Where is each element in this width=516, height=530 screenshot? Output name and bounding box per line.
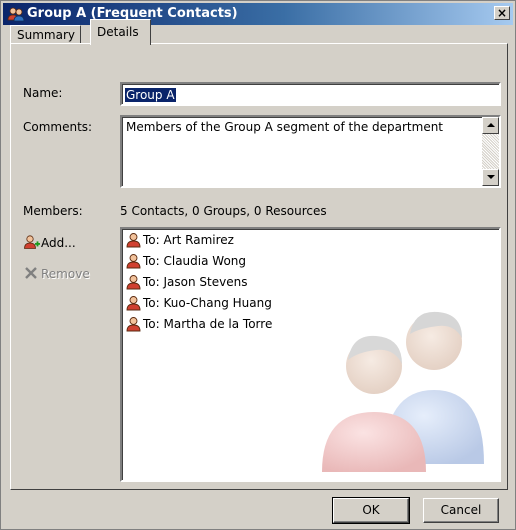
close-button[interactable]: × bbox=[494, 6, 510, 20]
details-panel: Name: Group A Comments: Members of the G… bbox=[10, 43, 508, 490]
person-icon bbox=[126, 296, 141, 311]
members-label: Members: bbox=[23, 204, 83, 218]
cancel-button[interactable]: Cancel bbox=[423, 498, 499, 523]
comments-scrollbar[interactable] bbox=[482, 117, 499, 186]
members-list[interactable]: To: Art Ramirez To: Claudia Wong To: Jas… bbox=[120, 227, 501, 482]
ok-button[interactable]: OK bbox=[332, 497, 410, 524]
scroll-up-button[interactable] bbox=[482, 117, 499, 134]
dialog-window: Group A (Frequent Contacts) × Summary De… bbox=[0, 0, 516, 530]
member-name: To: Jason Stevens bbox=[143, 275, 248, 289]
tab-details[interactable]: Details bbox=[90, 19, 151, 45]
members-summary: 5 Contacts, 0 Groups, 0 Resources bbox=[120, 204, 327, 218]
comments-value: Members of the Group A segment of the de… bbox=[126, 120, 444, 134]
member-name: To: Martha de la Torre bbox=[143, 317, 273, 331]
member-name: To: Kuo-Chang Huang bbox=[143, 296, 272, 310]
person-icon bbox=[126, 317, 141, 332]
person-icon bbox=[126, 275, 141, 290]
member-name: To: Claudia Wong bbox=[143, 254, 247, 268]
person-icon bbox=[126, 254, 141, 269]
name-label: Name: bbox=[23, 86, 63, 100]
add-button-label: Add... bbox=[41, 236, 76, 250]
person-icon bbox=[126, 233, 141, 248]
comments-field[interactable]: Members of the Group A segment of the de… bbox=[120, 115, 501, 188]
chevron-down-icon bbox=[487, 175, 495, 179]
name-value: Group A bbox=[125, 88, 176, 102]
chevron-up-icon bbox=[487, 123, 495, 127]
tab-summary[interactable]: Summary bbox=[10, 25, 81, 44]
remove-x-icon bbox=[25, 267, 37, 279]
group-icon bbox=[7, 7, 25, 22]
name-field[interactable]: Group A bbox=[120, 82, 501, 106]
comments-label: Comments: bbox=[23, 120, 93, 134]
group-watermark-icon bbox=[322, 311, 484, 472]
title-bar[interactable]: Group A (Frequent Contacts) × bbox=[3, 3, 513, 25]
member-name: To: Art Ramirez bbox=[143, 233, 234, 247]
remove-button-label: Remove bbox=[41, 267, 90, 281]
scroll-down-button[interactable] bbox=[482, 169, 499, 186]
add-person-icon bbox=[24, 235, 40, 249]
